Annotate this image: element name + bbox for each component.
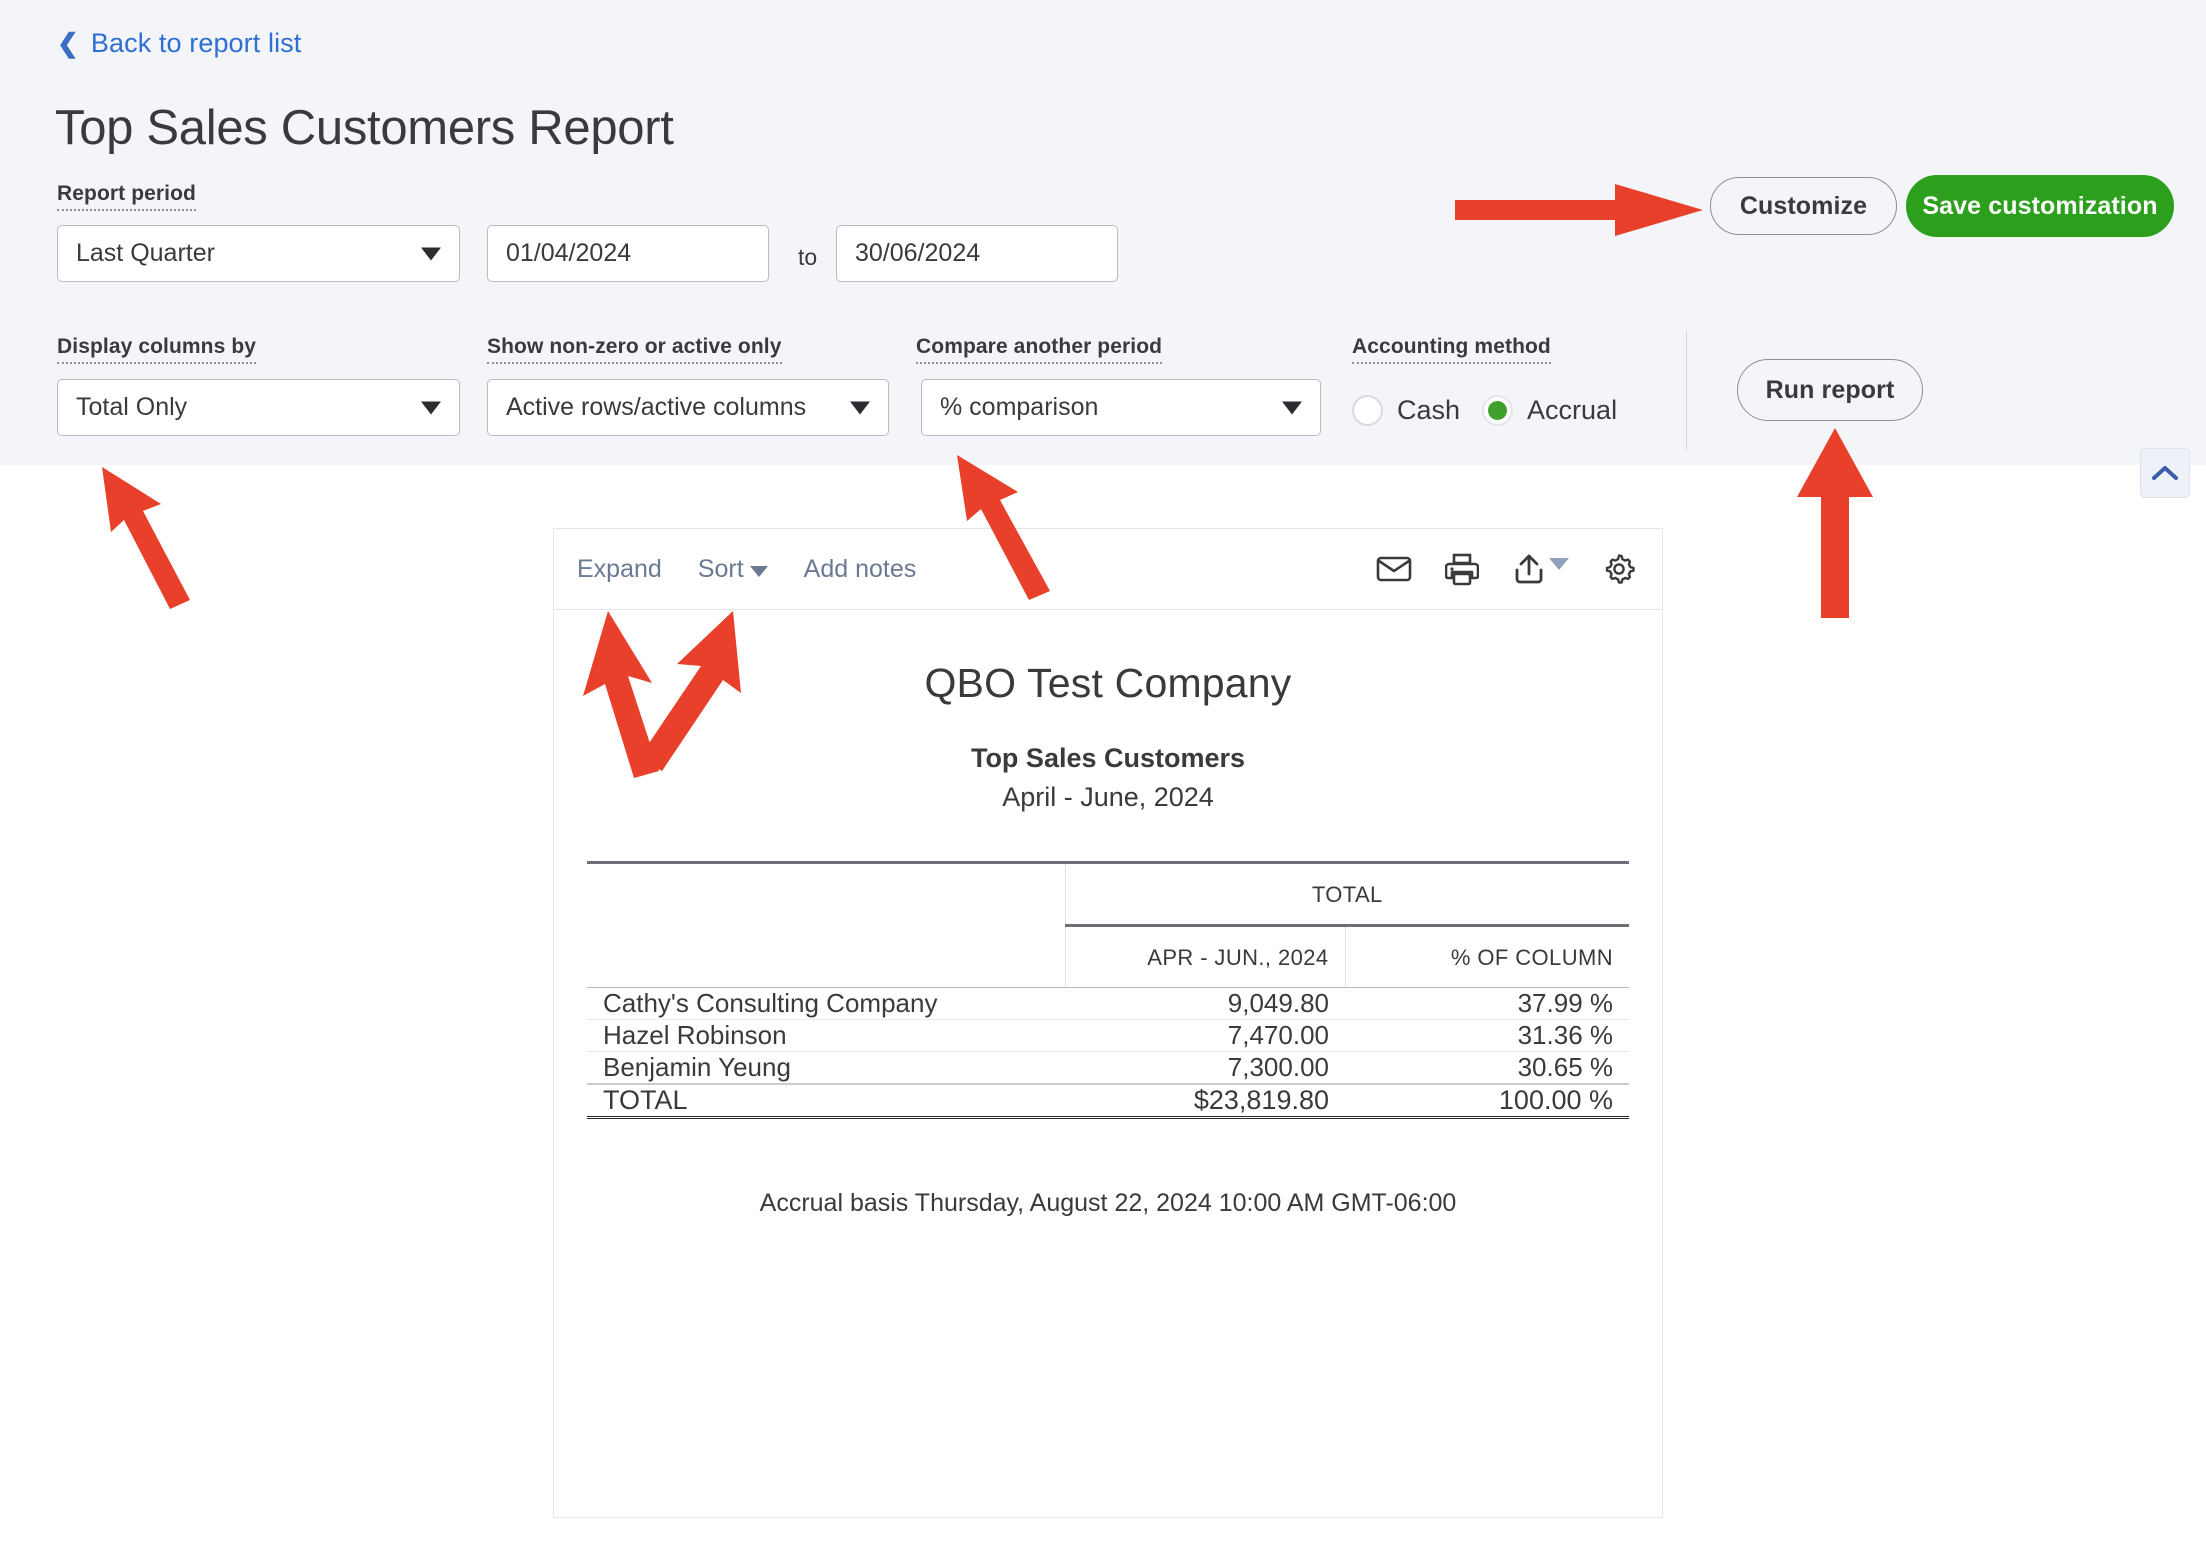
panel-divider — [1686, 330, 1687, 450]
total-row-amount: $23,819.80 — [1065, 1083, 1345, 1119]
customize-button[interactable]: Customize — [1710, 177, 1897, 235]
row-amount[interactable]: 9,049.80 — [1065, 988, 1345, 1020]
compare-another-period-label: Compare another period — [916, 335, 1163, 364]
save-customization-button[interactable]: Save customization — [1906, 175, 2174, 237]
date-from-input[interactable]: 01/04/2024 — [487, 225, 769, 282]
total-row-percent: 100.00 % — [1345, 1083, 1629, 1119]
show-non-zero-select[interactable]: Active rows/active columns — [487, 379, 889, 436]
accounting-method-cash-label: Cash — [1397, 395, 1461, 425]
report-body: QBO Test Company Top Sales Customers Apr… — [554, 610, 1662, 1218]
run-report-button[interactable]: Run report — [1737, 359, 1923, 421]
add-notes-link[interactable]: Add notes — [804, 555, 917, 584]
accounting-method-label: Accounting method — [1352, 335, 1551, 364]
show-non-zero-label: Show non-zero or active only — [487, 335, 782, 364]
print-icon[interactable] — [1445, 553, 1479, 586]
report-period-group: Report period — [57, 182, 196, 211]
expand-link[interactable]: Expand — [577, 555, 662, 584]
radio-checked-icon — [1482, 395, 1514, 426]
total-row-label: TOTAL — [587, 1083, 1065, 1119]
date-range-separator: to — [798, 244, 818, 270]
page-title: Top Sales Customers Report — [55, 101, 674, 155]
chevron-down-icon — [1282, 401, 1302, 414]
row-percent: 31.36 % — [1345, 1019, 1629, 1052]
arrow-to-display-columns-by — [102, 467, 190, 609]
row-percent: 30.65 % — [1345, 1051, 1629, 1085]
accounting-method-radio-group: Cash Accrual — [1352, 395, 1617, 426]
column-header-percent: % OF COLUMN — [1344, 925, 1629, 988]
email-icon[interactable] — [1376, 555, 1412, 583]
export-icon[interactable] — [1512, 553, 1546, 586]
display-columns-label-group: Display columns by — [57, 335, 257, 364]
sort-label: Sort — [697, 554, 744, 583]
column-header-period: APR - JUN., 2024 — [1064, 925, 1345, 988]
customize-button-label: Customize — [1739, 191, 1868, 220]
date-from-value: 01/04/2024 — [506, 239, 632, 267]
chevron-up-icon — [2152, 466, 2178, 480]
report-date-range: April - June, 2024 — [1002, 782, 1214, 812]
show-non-zero-value: Active rows/active columns — [506, 393, 807, 421]
row-customer-name: Benjamin Yeung — [587, 1051, 1065, 1085]
compare-another-period-select[interactable]: % comparison — [921, 379, 1321, 436]
table-total-row: TOTAL $23,819.80 100.00 % — [587, 1083, 1629, 1119]
date-to-value: 30/06/2024 — [855, 239, 981, 267]
report-period-value: Last Quarter — [76, 239, 215, 267]
sort-link[interactable]: Sort — [698, 555, 768, 584]
display-columns-by-label: Display columns by — [57, 335, 257, 364]
radio-unchecked-icon — [1352, 395, 1383, 426]
chevron-left-icon: ❮ — [57, 27, 79, 58]
report-controls-panel: ❮ Back to report list Top Sales Customer… — [0, 0, 2206, 465]
table-group-header-row: TOTAL — [587, 864, 1629, 927]
accounting-method-option-accrual[interactable]: Accrual — [1482, 395, 1617, 426]
row-customer-name: Hazel Robinson — [587, 1019, 1065, 1052]
expand-label: Expand — [577, 554, 662, 583]
chevron-down-icon — [850, 401, 870, 414]
export-button[interactable] — [1512, 553, 1569, 586]
date-to-input[interactable]: 30/06/2024 — [836, 225, 1118, 282]
row-amount[interactable]: 7,470.00 — [1065, 1019, 1345, 1052]
company-name: QBO Test Company — [924, 660, 1292, 706]
accounting-method-option-cash[interactable]: Cash — [1352, 395, 1460, 426]
row-customer-name: Cathy's Consulting Company — [587, 988, 1065, 1020]
row-percent: 37.99 % — [1345, 988, 1629, 1020]
back-to-report-list-link[interactable]: ❮ Back to report list — [57, 28, 301, 59]
report-toolbar-icons — [1376, 552, 1636, 586]
run-report-label: Run report — [1765, 375, 1895, 404]
display-columns-by-value: Total Only — [76, 393, 188, 421]
chevron-down-icon — [421, 401, 441, 414]
back-link-label: Back to report list — [90, 28, 302, 58]
screenshot-root: ❮ Back to report list Top Sales Customer… — [0, 0, 2206, 1556]
accounting-method-accrual-label: Accrual — [1527, 395, 1618, 425]
table-row[interactable]: Cathy's Consulting Company 9,049.80 37.9… — [587, 988, 1629, 1020]
accounting-method-label-group: Accounting method — [1352, 335, 1551, 364]
report-footer: Accrual basis Thursday, August 22, 2024 … — [759, 1189, 1457, 1217]
report-table: TOTAL APR - JUN., 2024 % OF COLUMN Cathy… — [587, 861, 1629, 1119]
show-non-zero-label-group: Show non-zero or active only — [487, 335, 782, 364]
compare-period-label-group: Compare another period — [916, 335, 1163, 364]
report-card: Expand Sort Add notes QBO Test Company T… — [553, 528, 1663, 1518]
table-row[interactable]: Hazel Robinson 7,470.00 31.36 % — [587, 1019, 1629, 1052]
table-column-header-row: APR - JUN., 2024 % OF COLUMN — [587, 925, 1629, 988]
chevron-down-icon — [749, 565, 768, 577]
group-header-total: TOTAL — [1064, 864, 1629, 927]
collapse-panel-button[interactable] — [2140, 448, 2190, 498]
compare-another-period-value: % comparison — [940, 393, 1099, 421]
display-columns-by-select[interactable]: Total Only — [57, 379, 460, 436]
gear-icon[interactable] — [1602, 552, 1636, 586]
chevron-down-icon — [1549, 558, 1569, 570]
report-period-label: Report period — [57, 182, 196, 211]
save-customization-label: Save customization — [1922, 191, 2158, 220]
report-name: Top Sales Customers — [970, 743, 1246, 773]
report-period-select[interactable]: Last Quarter — [57, 225, 460, 282]
row-amount[interactable]: 7,300.00 — [1065, 1051, 1345, 1085]
add-notes-label: Add notes — [803, 554, 917, 583]
chevron-down-icon — [421, 247, 441, 260]
report-toolbar: Expand Sort Add notes — [554, 529, 1662, 610]
table-row[interactable]: Benjamin Yeung 7,300.00 30.65 % — [587, 1051, 1629, 1085]
